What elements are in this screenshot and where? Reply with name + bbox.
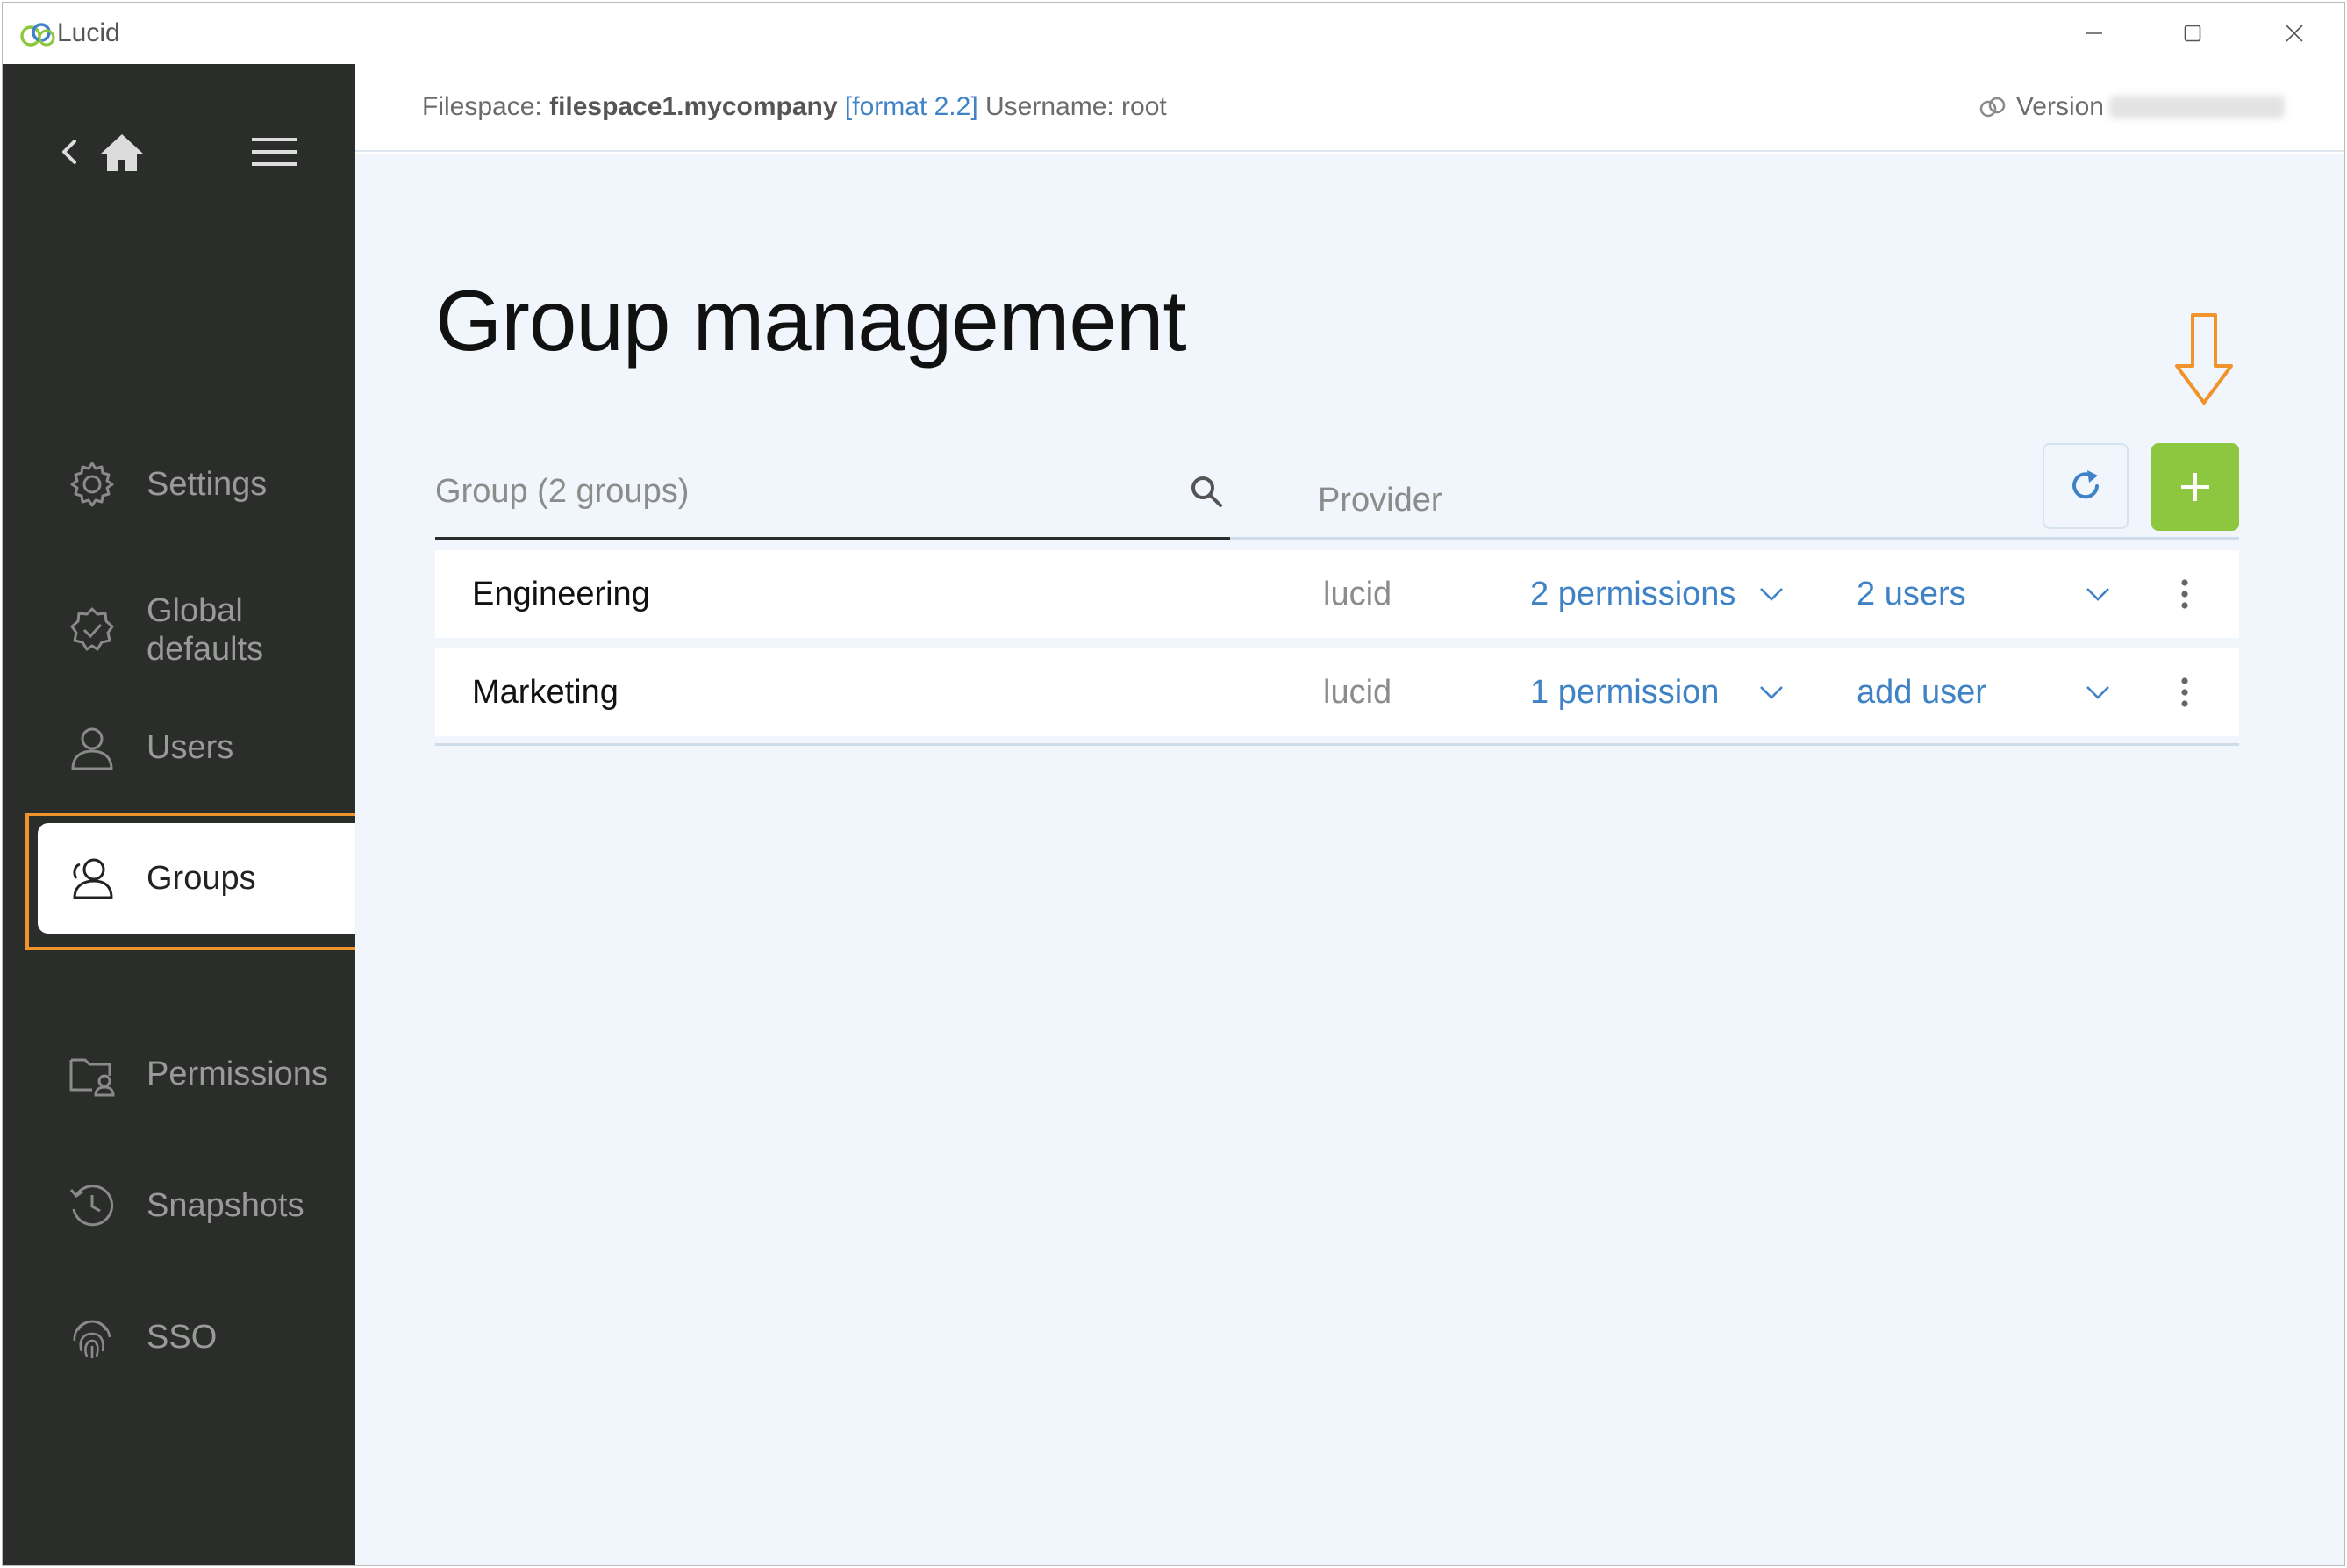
plus-icon	[2181, 473, 2209, 501]
folder-user-icon	[69, 1058, 115, 1097]
table-row[interactable]: Marketing lucid 1 permission add user	[435, 648, 2239, 736]
hamburger-menu-icon[interactable]	[250, 134, 299, 169]
minimize-icon	[2086, 32, 2102, 34]
chevron-down-icon	[2086, 588, 2109, 601]
chevron-down-icon	[1760, 686, 1783, 699]
filespace-info: Filespace: filespace1.mycompany [format …	[422, 92, 1167, 122]
sidebar-item-users[interactable]: Users	[3, 699, 355, 796]
sidebar-item-permissions[interactable]: Permissions	[3, 1026, 355, 1122]
chevron-down-icon	[2086, 686, 2109, 699]
refresh-button[interactable]	[2043, 443, 2129, 529]
row-more-button[interactable]	[2179, 648, 2190, 736]
username-label: Username: root	[985, 92, 1167, 121]
main-content: Group management Provider	[355, 154, 2344, 1565]
version-number-redacted	[2109, 96, 2285, 118]
table-row[interactable]: Engineering lucid 2 permissions 2 users	[435, 550, 2239, 638]
maximize-icon	[2184, 25, 2201, 42]
permissions-dropdown[interactable]	[1758, 550, 1785, 638]
add-group-button[interactable]	[2151, 443, 2239, 531]
filespace-header: Filespace: filespace1.mycompany [format …	[355, 64, 2344, 152]
close-icon	[2286, 25, 2303, 42]
sidebar-item-label: Snapshots	[147, 1187, 304, 1224]
sidebar-item-label: Users	[147, 729, 234, 766]
table-divider	[435, 743, 2239, 746]
group-name: Engineering	[472, 575, 650, 612]
group-users-link[interactable]: 2 users	[1857, 550, 1966, 638]
more-vertical-icon	[2181, 579, 2188, 609]
lucid-link-icon	[1979, 97, 2006, 118]
back-chevron-icon[interactable]	[57, 134, 83, 169]
row-more-button[interactable]	[2179, 550, 2190, 638]
down-arrow-hint-icon	[2175, 313, 2233, 405]
title-bar: Lucid	[3, 3, 2344, 64]
group-name: Marketing	[472, 673, 619, 711]
filespace-label: Filespace:	[422, 92, 542, 121]
sidebar-item-label: Permissions	[147, 1056, 328, 1092]
sidebar-item-snapshots[interactable]: Snapshots	[3, 1157, 355, 1254]
page-title: Group management	[435, 272, 1187, 369]
sidebar-item-global-defaults[interactable]: Global defaults	[3, 573, 355, 687]
sidebar-item-label: Global defaults	[147, 592, 264, 668]
sidebar-item-label: SSO	[147, 1319, 218, 1356]
fingerprint-icon	[73, 1320, 111, 1358]
group-permissions-link[interactable]: 2 permissions	[1530, 550, 1735, 638]
lucid-logo-icon	[20, 23, 55, 47]
group-permissions-link[interactable]: 1 permission	[1530, 648, 1719, 736]
sidebar-item-settings[interactable]: Settings	[3, 436, 355, 533]
filespace-name: filespace1.mycompany	[549, 92, 838, 121]
search-icon[interactable]	[1188, 473, 1225, 510]
group-provider: lucid	[1323, 575, 1392, 612]
group-search-input[interactable]	[435, 461, 1155, 522]
history-icon	[69, 1185, 114, 1227]
version-info: Version	[1978, 92, 2285, 122]
window-title: Lucid	[57, 18, 120, 47]
users-dropdown[interactable]	[2085, 648, 2111, 736]
group-table: Engineering lucid 2 permissions 2 users …	[435, 550, 2239, 746]
group-search	[435, 443, 1230, 540]
group-provider: lucid	[1323, 673, 1392, 711]
version-label: Version	[2015, 92, 2104, 121]
app-window: Lucid Settings Global defaults Users Gro…	[2, 2, 2345, 1566]
sidebar-item-sso[interactable]: SSO	[3, 1289, 355, 1385]
sidebar-item-label: Settings	[147, 466, 268, 503]
home-icon[interactable]	[97, 129, 147, 175]
more-vertical-icon	[2181, 677, 2188, 707]
add-user-link[interactable]: add user	[1857, 648, 1986, 736]
users-dropdown[interactable]	[2085, 550, 2111, 638]
user-icon	[71, 727, 113, 770]
permissions-dropdown[interactable]	[1758, 648, 1785, 736]
provider-header-label: Provider	[1318, 482, 1442, 519]
group-toolbar: Provider	[435, 443, 2239, 540]
badge-check-icon	[70, 607, 114, 651]
refresh-icon	[2072, 470, 2099, 499]
gear-icon	[70, 462, 114, 507]
filespace-format-link[interactable]: [format 2.2]	[845, 92, 978, 121]
chevron-down-icon	[1760, 588, 1783, 601]
minimize-button[interactable]	[2043, 3, 2145, 64]
maximize-button[interactable]	[2142, 3, 2243, 64]
groups-highlight-box	[25, 813, 407, 950]
close-button[interactable]	[2243, 3, 2344, 64]
